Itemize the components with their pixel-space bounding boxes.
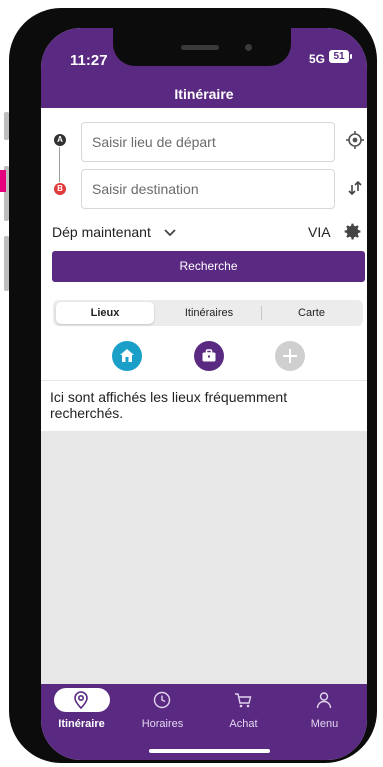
origin-marker-icon: A: [54, 134, 66, 146]
front-camera: [245, 44, 252, 51]
tab-lieux[interactable]: Lieux: [56, 302, 154, 324]
results-tabs: Lieux Itinéraires Carte: [53, 300, 363, 326]
home-icon: [120, 349, 134, 362]
home-place-button[interactable]: [112, 341, 142, 371]
network-indicator: 5G: [309, 52, 326, 66]
nav-label-itineraire: Itinéraire: [58, 718, 105, 730]
divider: [41, 380, 367, 381]
plus-icon: [283, 349, 297, 363]
status-time: 11:27: [70, 52, 108, 69]
tab-divider: [261, 306, 262, 320]
nav-itineraire[interactable]: Itinéraire: [41, 684, 122, 744]
nav-horaires[interactable]: Horaires: [122, 684, 203, 744]
empty-results-area: [41, 431, 367, 684]
current-location-icon[interactable]: [345, 130, 365, 150]
nav-achat[interactable]: Achat: [203, 684, 284, 744]
work-place-button[interactable]: [194, 341, 224, 371]
nav-label-menu: Menu: [310, 718, 339, 730]
nav-label-horaires: Horaires: [141, 718, 184, 730]
bottom-navigation: Itinéraire Horaires Achat Menu: [41, 684, 367, 760]
briefcase-icon: [202, 349, 216, 362]
chevron-down-icon[interactable]: [163, 228, 177, 238]
destination-input[interactable]: [81, 169, 335, 209]
page-title: Itinéraire: [174, 86, 234, 102]
via-button[interactable]: VIA: [308, 224, 331, 240]
speaker-grille: [181, 45, 219, 50]
nav-menu[interactable]: Menu: [284, 684, 365, 744]
person-icon: [316, 692, 332, 709]
gear-icon[interactable]: [342, 221, 363, 242]
tab-itineraires[interactable]: Itinéraires: [158, 302, 260, 324]
departure-time-selector[interactable]: Dép maintenant: [52, 224, 151, 240]
app-screen: 11:27 5G 51 Itinéraire A B Saisir lieu d…: [41, 28, 367, 760]
battery-icon: 51: [329, 50, 349, 63]
nav-label-achat: Achat: [229, 718, 258, 730]
add-place-button[interactable]: [275, 341, 305, 371]
swap-direction-icon[interactable]: [345, 178, 365, 198]
camera-notch: [113, 28, 291, 66]
battery-tip: [350, 54, 352, 59]
location-pin-icon: [74, 691, 88, 710]
app-header: 11:27 5G 51 Itinéraire: [41, 28, 367, 108]
destination-marker-icon: B: [54, 183, 66, 195]
frequent-places-hint: Ici sont affichés les lieux fréquemment …: [50, 389, 288, 421]
home-indicator: [149, 749, 270, 753]
search-button[interactable]: Recherche: [52, 251, 365, 282]
clock-icon: [153, 691, 171, 709]
departure-input[interactable]: [81, 122, 335, 162]
phone-frame: 11:27 5G 51 Itinéraire A B Saisir lieu d…: [9, 8, 377, 763]
side-accent-mark: [0, 170, 6, 192]
tab-carte[interactable]: Carte: [263, 302, 360, 324]
cart-icon: [235, 693, 252, 708]
route-connector: [59, 147, 60, 182]
